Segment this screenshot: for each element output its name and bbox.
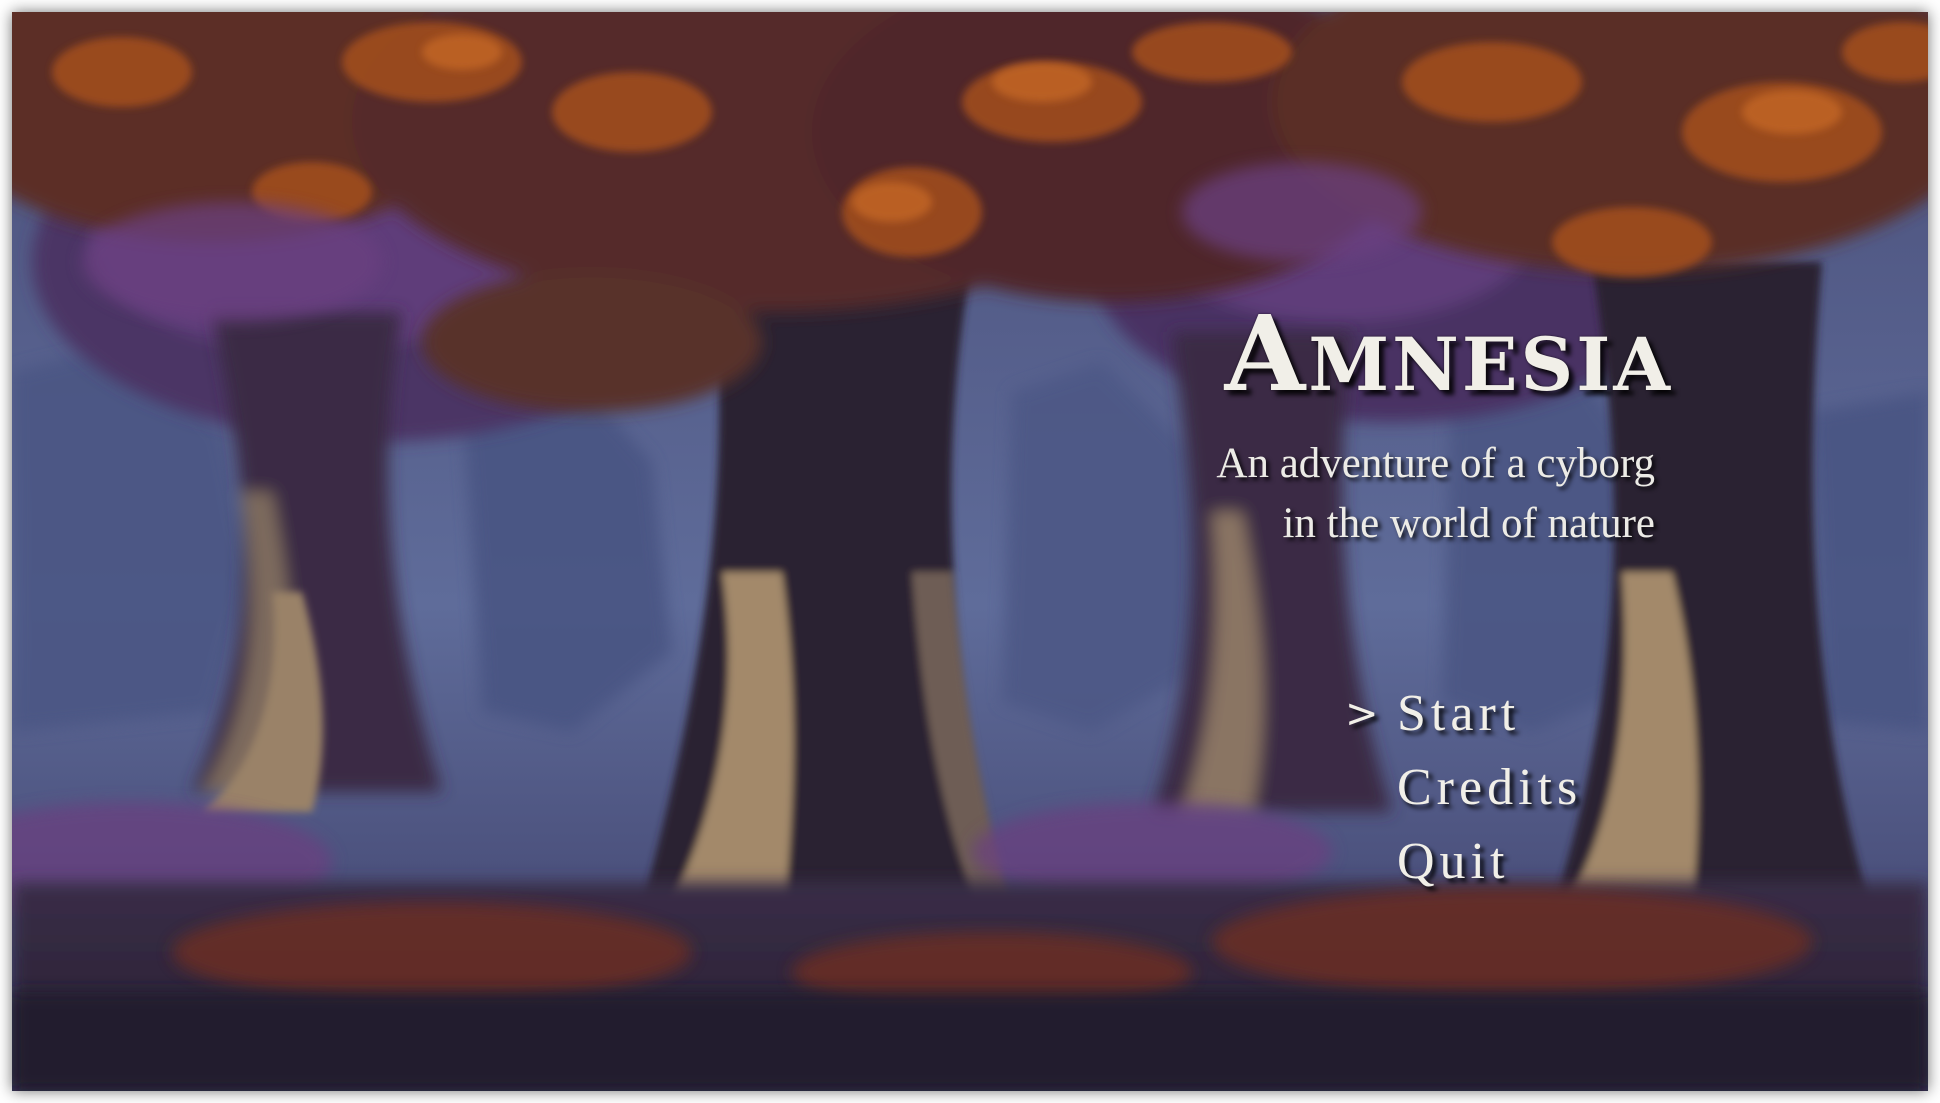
menu-item-label: Credits <box>1397 759 1583 816</box>
subtitle-line-1: An adventure of a cyborg <box>1216 440 1655 487</box>
subtitle-line-2: in the world of nature <box>1282 500 1655 547</box>
menu-cursor-icon: > <box>1345 691 1379 737</box>
menu-item-start[interactable]: > Start <box>1345 677 1582 751</box>
main-menu: > Start Credits Quit <box>1345 677 1582 899</box>
menu-item-label: Start <box>1397 685 1521 742</box>
game-subtitle: An adventure of a cyborg in the world of… <box>1216 434 1673 554</box>
menu-item-quit[interactable]: Quit <box>1345 825 1582 899</box>
menu-item-credits[interactable]: Credits <box>1345 751 1582 825</box>
game-title: Amnesia <box>1224 292 1673 415</box>
game-window: Amnesia An adventure of a cyborg in the … <box>12 12 1928 1091</box>
menu-item-label: Quit <box>1397 833 1510 890</box>
title-block: Amnesia An adventure of a cyborg in the … <box>1216 302 1673 554</box>
